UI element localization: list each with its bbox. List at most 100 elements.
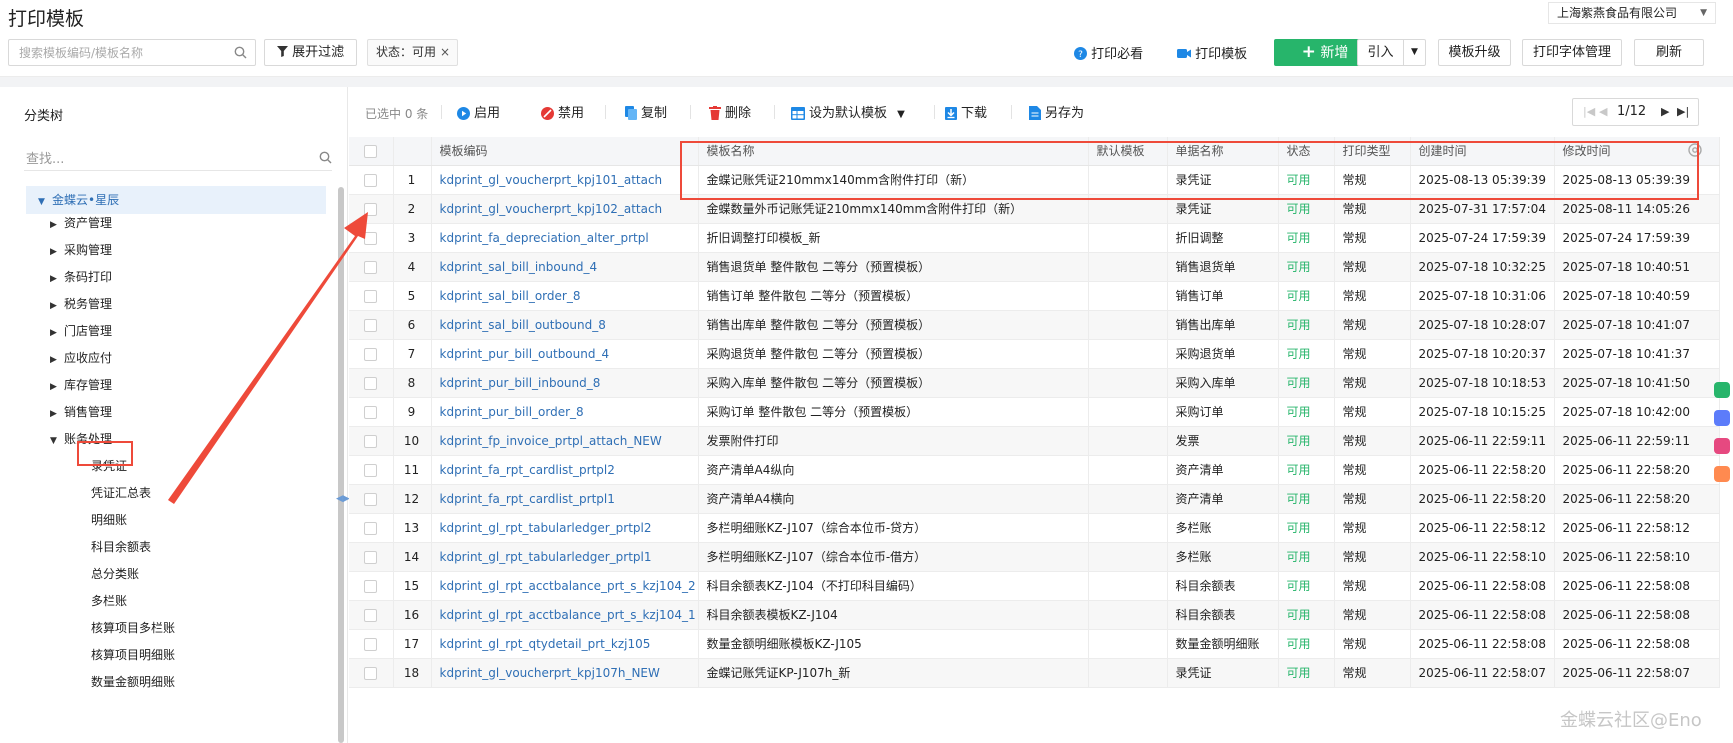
- caret-right-icon[interactable]: ▶: [50, 373, 64, 401]
- tree-node-arap[interactable]: ▶ 应收应付: [50, 344, 112, 372]
- select-all-checkbox[interactable]: [349, 137, 394, 166]
- copy-button[interactable]: 复制: [625, 102, 667, 121]
- caret-right-icon[interactable]: ▶: [50, 292, 64, 320]
- template-code[interactable]: kdprint_gl_rpt_acctbalance_prt_s_kzj104_…: [431, 600, 699, 630]
- template-code[interactable]: kdprint_gl_rpt_qtydetail_prt_kzj105: [431, 629, 699, 659]
- template-search[interactable]: [8, 39, 256, 66]
- tree-node-tax[interactable]: ▶ 税务管理: [50, 290, 112, 318]
- row-checkbox[interactable]: [349, 165, 394, 195]
- template-code[interactable]: kdprint_fa_rpt_cardlist_prtpl2: [431, 455, 699, 485]
- disable-button[interactable]: 禁用: [541, 102, 584, 121]
- table-row[interactable]: 5 kdprint_sal_bill_order_8 销售订单 整件散包 二等分（预…: [349, 281, 1720, 311]
- chevron-down-icon[interactable]: ▼: [897, 109, 905, 120]
- table-row[interactable]: 8 kdprint_pur_bill_inbound_8 采购入库单 整件散包 二等…: [349, 368, 1720, 398]
- row-checkbox[interactable]: [349, 368, 394, 398]
- chat-float-icon[interactable]: [1714, 410, 1730, 426]
- page-indicator[interactable]: 1/12: [1617, 99, 1646, 125]
- table-row[interactable]: 4 kdprint_sal_bill_inbound_4 销售退货单 整件散包 二等…: [349, 252, 1720, 282]
- tree-leaf-account-balance[interactable]: 科目余额表: [91, 533, 151, 561]
- tree-node-barcode[interactable]: ▶ 条码打印: [50, 263, 112, 291]
- search-icon[interactable]: [319, 151, 332, 168]
- print-guide-link[interactable]: ? 打印必看: [1074, 43, 1143, 62]
- tree-search[interactable]: [24, 149, 332, 171]
- table-row[interactable]: 13 kdprint_gl_rpt_tabularledger_prtpl2 多栏明…: [349, 513, 1720, 543]
- tree-node-sales[interactable]: ▶ 销售管理: [50, 398, 112, 426]
- template-code[interactable]: kdprint_gl_voucherprt_kpj102_attach: [431, 194, 699, 224]
- table-row[interactable]: 15 kdprint_gl_rpt_acctbalance_prt_s_kzj10…: [349, 571, 1720, 601]
- collapse-toggle-icon[interactable]: ◀▶: [336, 494, 350, 504]
- caret-right-icon[interactable]: ▶: [50, 211, 64, 239]
- tree-leaf-item-detail[interactable]: 核算项目明细账: [91, 641, 175, 669]
- caret-right-icon[interactable]: ▶: [50, 346, 64, 374]
- caret-right-icon[interactable]: ▶: [50, 400, 64, 428]
- template-code[interactable]: kdprint_gl_rpt_tabularledger_prtpl1: [431, 542, 699, 572]
- row-checkbox[interactable]: [349, 658, 394, 688]
- row-checkbox[interactable]: [349, 339, 394, 369]
- print-template-link[interactable]: 打印模板: [1177, 43, 1247, 62]
- tree-leaf-general-ledger[interactable]: 总分类账: [91, 560, 139, 588]
- row-checkbox[interactable]: [349, 629, 394, 659]
- row-checkbox[interactable]: [349, 513, 394, 543]
- refresh-button[interactable]: 刷新: [1634, 39, 1704, 66]
- download-button[interactable]: 下载: [945, 102, 987, 121]
- row-checkbox[interactable]: [349, 426, 394, 456]
- row-checkbox[interactable]: [349, 600, 394, 630]
- caret-right-icon[interactable]: ▶: [50, 319, 64, 347]
- prev-page-icon[interactable]: ◀: [1599, 99, 1607, 125]
- help-float-icon[interactable]: [1714, 382, 1730, 398]
- template-code[interactable]: kdprint_pur_bill_inbound_8: [431, 368, 699, 398]
- tree-leaf-multi-column[interactable]: 多栏账: [91, 587, 127, 615]
- row-checkbox[interactable]: [349, 484, 394, 514]
- tree-leaf-item-multi-column[interactable]: 核算项目多栏账: [91, 614, 175, 642]
- last-page-icon[interactable]: ▶|: [1677, 99, 1689, 125]
- search-icon[interactable]: [234, 46, 247, 63]
- row-checkbox[interactable]: [349, 455, 394, 485]
- company-selector[interactable]: 上海紫燕食品有限公司 ▼: [1548, 2, 1716, 24]
- caret-right-icon[interactable]: ▶: [50, 265, 64, 293]
- table-row[interactable]: 14 kdprint_gl_rpt_tabularledger_prtpl1 多栏明…: [349, 542, 1720, 572]
- table-row[interactable]: 12 kdprint_fa_rpt_cardlist_prtpl1 资产清单A4横向…: [349, 484, 1720, 514]
- calendar-float-icon[interactable]: [1714, 438, 1730, 454]
- column-header[interactable]: 模板编码: [431, 137, 699, 166]
- row-checkbox[interactable]: [349, 310, 394, 340]
- row-checkbox[interactable]: [349, 223, 394, 253]
- set-default-button[interactable]: 设为默认模板 ▼: [791, 102, 905, 121]
- caret-down-icon[interactable]: ▼: [50, 427, 64, 455]
- table-row[interactable]: 3 kdprint_fa_depreciation_alter_prtpl 折旧调整…: [349, 223, 1720, 253]
- template-code[interactable]: kdprint_sal_bill_order_8: [431, 281, 699, 311]
- row-checkbox[interactable]: [349, 252, 394, 282]
- template-code[interactable]: kdprint_fp_invoice_prtpl_attach_NEW: [431, 426, 699, 456]
- tree-node-store[interactable]: ▶ 门店管理: [50, 317, 112, 345]
- table-row[interactable]: 7 kdprint_pur_bill_outbound_4 采购退货单 整件散包 二…: [349, 339, 1720, 369]
- tree-leaf-detail-ledger[interactable]: 明细账: [91, 506, 127, 534]
- tree-leaf-voucher-summary[interactable]: 凭证汇总表: [91, 479, 151, 507]
- table-row[interactable]: 10 kdprint_fp_invoice_prtpl_attach_NEW 发票附…: [349, 426, 1720, 456]
- template-code[interactable]: kdprint_gl_voucherprt_kpj107h_NEW: [431, 658, 699, 688]
- template-code[interactable]: kdprint_gl_rpt_acctbalance_prt_s_kzj104_…: [431, 571, 699, 601]
- tree-node-asset[interactable]: ▶ 资产管理: [50, 209, 112, 237]
- caret-right-icon[interactable]: ▶: [50, 238, 64, 266]
- table-row[interactable]: 6 kdprint_sal_bill_outbound_8 销售出库单 整件散包 二…: [349, 310, 1720, 340]
- row-checkbox[interactable]: [349, 194, 394, 224]
- table-row[interactable]: 18 kdprint_gl_voucherprt_kpj107h_NEW 金蝶记账凭…: [349, 658, 1720, 688]
- delete-button[interactable]: 删除: [709, 102, 751, 121]
- template-code[interactable]: kdprint_pur_bill_outbound_4: [431, 339, 699, 369]
- template-code[interactable]: kdprint_sal_bill_outbound_8: [431, 310, 699, 340]
- expand-filter-button[interactable]: 展开过滤: [264, 39, 357, 66]
- row-checkbox[interactable]: [349, 281, 394, 311]
- first-page-icon[interactable]: |◀: [1583, 99, 1595, 125]
- search-input[interactable]: [9, 40, 219, 65]
- template-code[interactable]: kdprint_pur_bill_order_8: [431, 397, 699, 427]
- template-code[interactable]: kdprint_gl_voucherprt_kpj101_attach: [431, 165, 699, 195]
- table-row[interactable]: 17 kdprint_gl_rpt_qtydetail_prt_kzj105 数量金…: [349, 629, 1720, 659]
- tree-search-input[interactable]: [24, 149, 294, 169]
- next-page-icon[interactable]: ▶: [1661, 99, 1669, 125]
- enable-button[interactable]: 启用: [457, 102, 500, 121]
- row-checkbox[interactable]: [349, 571, 394, 601]
- save-as-button[interactable]: 另存为: [1029, 102, 1084, 121]
- template-code[interactable]: kdprint_sal_bill_inbound_4: [431, 252, 699, 282]
- table-row[interactable]: 9 kdprint_pur_bill_order_8 采购订单 整件散包 二等分（预…: [349, 397, 1720, 427]
- tree-node-purchase[interactable]: ▶ 采购管理: [50, 236, 112, 264]
- row-checkbox[interactable]: [349, 397, 394, 427]
- import-button[interactable]: 引入 ▼: [1357, 39, 1426, 66]
